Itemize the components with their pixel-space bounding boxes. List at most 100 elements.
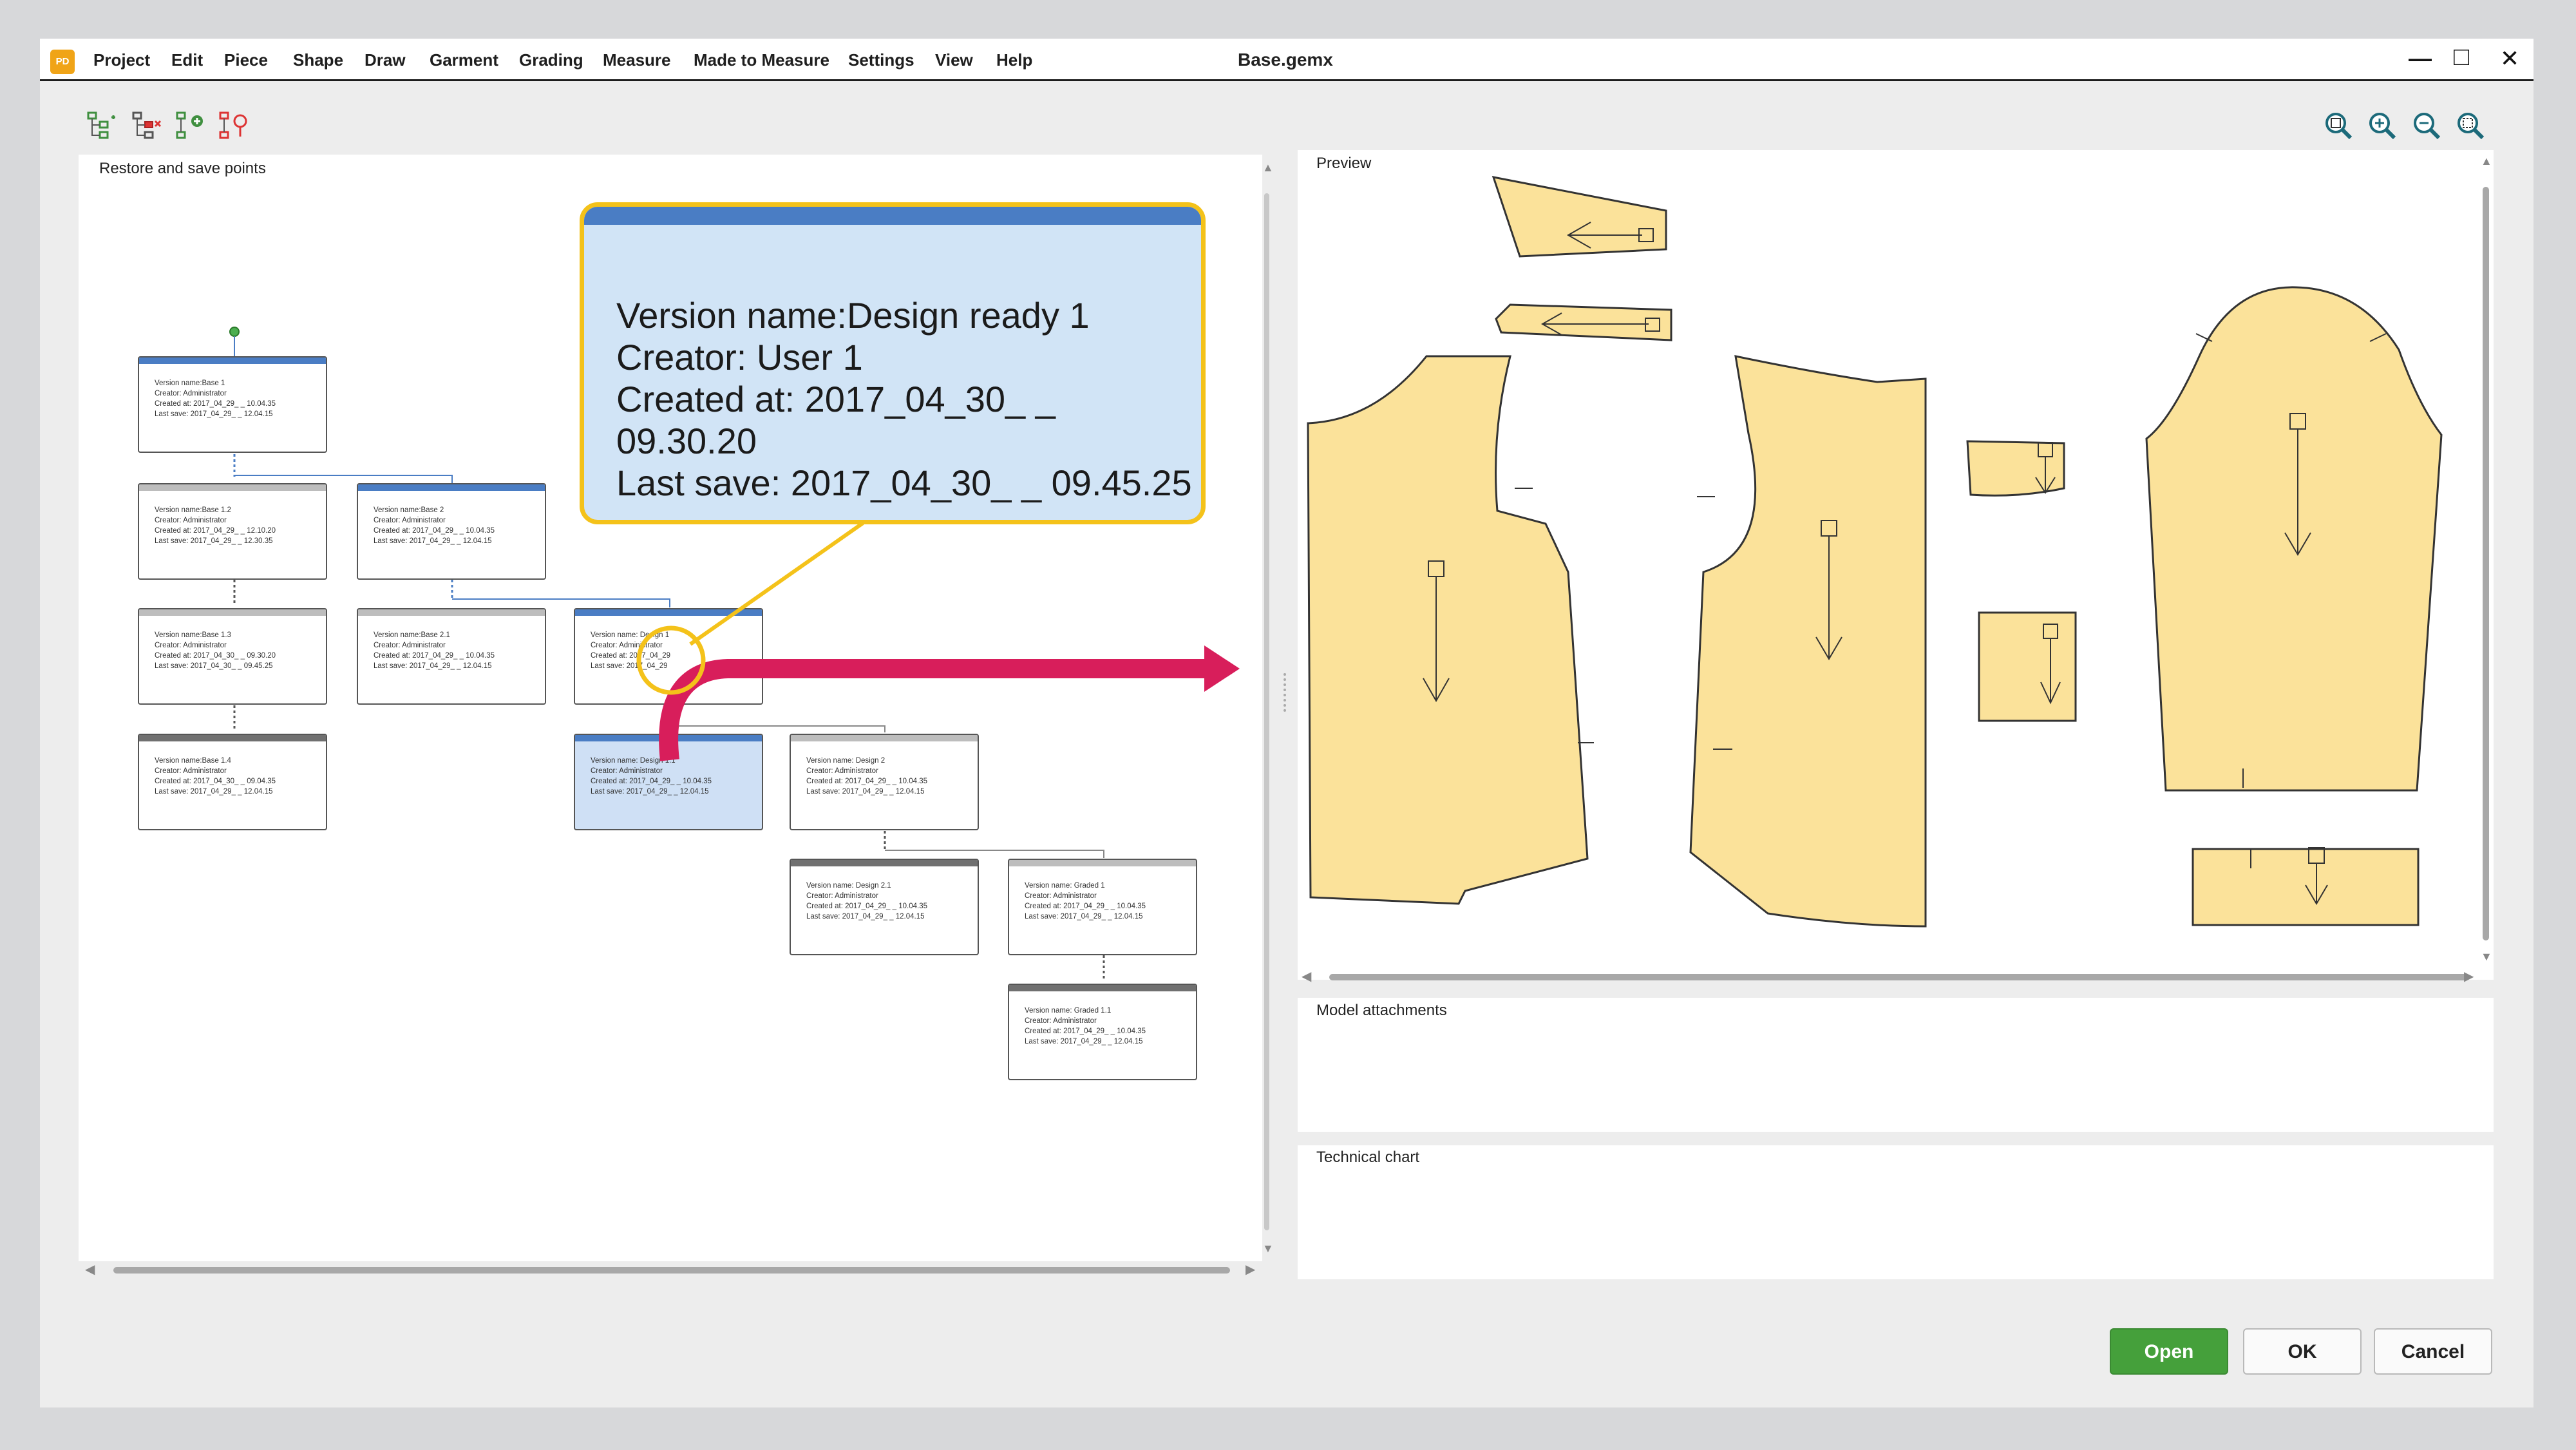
node-created: Created at: 2017_04_29_ _ 10.04.35: [1025, 902, 1146, 910]
node-creator: Creator: Administrator: [155, 517, 227, 524]
version-node-base-2[interactable]: Version name:Base 2 Creator: Administrato…: [357, 483, 546, 580]
left-horizontal-scrollbar[interactable]: [113, 1267, 1230, 1274]
menu-settings[interactable]: Settings: [848, 50, 914, 70]
menu-grading[interactable]: Grading: [519, 50, 583, 70]
sleeve-piece: [2145, 286, 2443, 792]
node-name: Version name:Base 1.4: [155, 757, 231, 765]
node-saved: Last save: 2017_04_30_ _ 09.45.25: [155, 662, 273, 670]
menu-measure[interactable]: Measure: [603, 50, 671, 70]
minimize-button[interactable]: —: [2409, 45, 2432, 72]
callout-version-name: Version name:Design ready 1: [616, 295, 1090, 336]
pocket-flap-piece: [1966, 440, 2065, 497]
scroll-down-arrow-icon[interactable]: ▼: [1262, 1242, 1274, 1255]
zoom-out-icon[interactable]: [2412, 111, 2441, 140]
zoom-selection-icon[interactable]: [2456, 111, 2485, 140]
node-name: Version name: Design 2.1: [806, 882, 891, 890]
node-saved: Last save: 2017_04_29_ _ 12.04.15: [806, 913, 925, 921]
node-name: Version name: Design 1: [591, 631, 670, 639]
node-creator: Creator: Administrator: [591, 642, 663, 649]
node-name: Version name:Base 1.2: [155, 506, 231, 514]
node-created: Created at: 2017_04_29_ _ 10.04.35: [806, 902, 927, 910]
tree-restore-icon[interactable]: [219, 111, 249, 140]
tree-add-icon[interactable]: [176, 111, 205, 140]
version-node-design-2-1[interactable]: Version name: Design 2.1 Creator: Adminis…: [790, 859, 979, 955]
node-created: Created at: 2017_04_29_ _ 10.04.35: [374, 652, 495, 660]
front-left-piece: [1307, 355, 1589, 905]
version-node-base-1-3[interactable]: Version name:Base 1.3 Creator: Administra…: [138, 608, 327, 705]
cancel-button[interactable]: Cancel: [2374, 1328, 2492, 1375]
menu-help[interactable]: Help: [996, 50, 1032, 70]
scroll-right-arrow-icon[interactable]: ▶: [1245, 1261, 1255, 1277]
preview-vertical-scrollbar[interactable]: [2483, 187, 2489, 940]
menu-shape[interactable]: Shape: [293, 50, 343, 70]
menu-draw[interactable]: Draw: [365, 50, 406, 70]
version-node-design-1-1[interactable]: Version name: Design 1.1 Creator: Adminis…: [574, 734, 763, 830]
version-node-base-2-1[interactable]: Version name:Base 2.1 Creator: Administra…: [357, 608, 546, 705]
menu-edit[interactable]: Edit: [171, 50, 203, 70]
callout-last-save: Last save: 2017_04_30_ _ 09.45.25: [616, 463, 1192, 503]
menu-garment[interactable]: Garment: [430, 50, 498, 70]
open-button[interactable]: Open: [2110, 1328, 2228, 1375]
node-name: Version name:Base 1.3: [155, 631, 231, 639]
pocket-piece: [1978, 611, 2077, 722]
menu-piece[interactable]: Piece: [224, 50, 268, 70]
zoom-fit-icon[interactable]: [2324, 111, 2353, 140]
node-saved: Last save: 2017_04_29_ _ 12.04.15: [1025, 1038, 1143, 1045]
node-created: Created at: 2017_04_30_ _ 09.04.35: [155, 777, 276, 785]
version-info-callout: Version name:Design ready 1 Creator: Use…: [580, 202, 1206, 524]
node-creator: Creator: Administrator: [1025, 1017, 1097, 1025]
node-saved: Last save: 2017_04_29_ _ 12.04.15: [374, 662, 492, 670]
version-node-graded-1-1[interactable]: Version name: Graded 1.1 Creator: Adminis…: [1008, 984, 1197, 1080]
left-vertical-scrollbar[interactable]: [1264, 193, 1269, 1230]
callout-creator: Creator: User 1: [616, 337, 863, 377]
version-node-base-1[interactable]: Version name:Base 1 Creator: Administrato…: [138, 356, 327, 453]
node-created: Created at: 2017_04_29: [591, 652, 671, 660]
node-creator: Creator: Administrator: [155, 642, 227, 649]
node-saved: Last save: 2017_04_29_ _ 12.04.15: [374, 537, 492, 545]
preview-horizontal-scrollbar[interactable]: [1329, 974, 2469, 980]
panel-splitter[interactable]: [1283, 673, 1289, 712]
menu-made-to-measure[interactable]: Made to Measure: [694, 50, 829, 70]
model-attachments-label: Model attachments: [1311, 1002, 1452, 1020]
node-saved: Last save: 2017_04_29_ _ 12.04.15: [591, 788, 709, 796]
collar-piece: [1492, 176, 1667, 258]
preview-scroll-left-icon[interactable]: ◀: [1302, 968, 1311, 984]
node-name: Version name:Base 1: [155, 379, 225, 387]
node-creator: Creator: Administrator: [591, 767, 663, 775]
node-saved: Last save: 2017_04_29: [591, 662, 668, 670]
scroll-left-arrow-icon[interactable]: ◀: [85, 1261, 95, 1277]
node-created: Created at: 2017_04_29_ _ 12.10.20: [155, 527, 276, 535]
close-button[interactable]: ✕: [2500, 45, 2519, 72]
model-attachments-panel: [1298, 998, 2494, 1132]
ok-button[interactable]: OK: [2243, 1328, 2362, 1375]
menu-view[interactable]: View: [935, 50, 973, 70]
preview-scroll-right-icon[interactable]: ▶: [2464, 968, 2474, 984]
version-node-base-1-2[interactable]: Version name:Base 1.2 Creator: Administra…: [138, 483, 327, 580]
pattern-preview-canvas: [1307, 176, 2443, 928]
node-name: Version name: Graded 1: [1025, 882, 1105, 890]
version-node-design-2[interactable]: Version name: Design 2 Creator: Administr…: [790, 734, 979, 830]
scroll-up-arrow-icon[interactable]: ▲: [1262, 161, 1274, 175]
version-node-design-1[interactable]: Version name: Design 1 Creator: Administr…: [574, 608, 763, 705]
maximize-button[interactable]: □: [2454, 43, 2469, 72]
node-created: Created at: 2017_04_29_ _ 10.04.35: [591, 777, 712, 785]
node-name: Version name: Design 2: [806, 757, 886, 765]
technical-chart-label: Technical chart: [1311, 1149, 1425, 1167]
version-node-graded-1[interactable]: Version name: Graded 1 Creator: Administr…: [1008, 859, 1197, 955]
zoom-in-icon[interactable]: [2367, 111, 2397, 140]
version-node-base-1-4[interactable]: Version name:Base 1.4 Creator: Administra…: [138, 734, 327, 830]
menu-project[interactable]: Project: [93, 50, 150, 70]
node-creator: Creator: Administrator: [806, 767, 878, 775]
node-name: Version name:Base 2: [374, 506, 444, 514]
node-name: Version name: Graded 1.1: [1025, 1007, 1112, 1015]
technical-chart-panel: [1298, 1145, 2494, 1279]
tree-delete-icon[interactable]: [132, 111, 162, 140]
node-saved: Last save: 2017_04_29_ _ 12.04.15: [806, 788, 925, 796]
tree-expand-icon[interactable]: [87, 111, 117, 140]
callout-created: Created at: 2017_04_30_ _ 09.30.20: [616, 379, 1056, 461]
node-saved: Last save: 2017_04_29_ _ 12.04.15: [1025, 913, 1143, 921]
node-creator: Creator: Administrator: [374, 517, 446, 524]
node-name: Version name:Base 2.1: [374, 631, 450, 639]
node-creator: Creator: Administrator: [806, 892, 878, 900]
node-created: Created at: 2017_04_29_ _ 10.04.35: [806, 777, 927, 785]
